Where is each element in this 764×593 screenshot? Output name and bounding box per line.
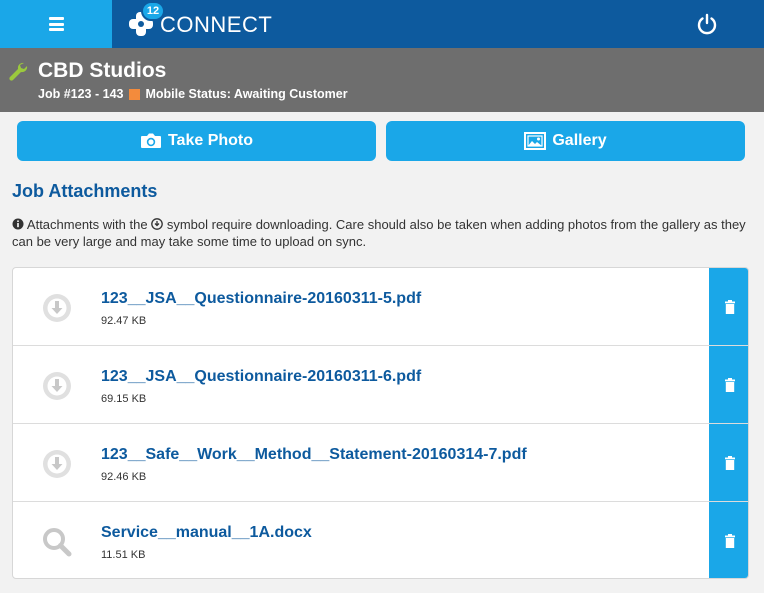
list-item[interactable]: 123__JSA__Questionnaire-20160311-6.pdf 6… [13, 346, 748, 424]
notification-badge[interactable]: 12 [141, 1, 165, 21]
delete-button[interactable] [709, 346, 748, 423]
trash-icon [724, 299, 735, 314]
file-size: 69.15 KB [101, 393, 147, 405]
gallery-label: Gallery [552, 132, 607, 149]
job-header: CBD Studios Job #123 - 143 Mobile Status… [0, 48, 764, 112]
download-icon[interactable] [41, 370, 73, 402]
status-indicator [129, 88, 141, 100]
attachment-list: 123__JSA__Questionnaire-20160311-5.pdf 9… [12, 267, 749, 579]
gallery-icon [524, 132, 547, 150]
job-info: Job #123 - 143 Mobile Status: Awaiting C… [38, 87, 348, 101]
camera-icon [140, 133, 161, 148]
top-bar: CONNECT 12 [0, 0, 764, 48]
file-size: 92.46 KB [101, 471, 147, 483]
list-item[interactable]: Service__manual__1A.docx 11.51 KB [13, 502, 748, 578]
gallery-button[interactable]: Gallery [386, 121, 745, 161]
delete-button[interactable] [709, 424, 748, 501]
download-icon[interactable] [41, 448, 73, 480]
hamburger-icon [48, 17, 64, 31]
trash-icon [724, 455, 735, 470]
attachments-title: Job Attachments [12, 181, 158, 201]
mobile-status: Mobile Status: Awaiting Customer [145, 87, 348, 101]
company-name: CBD Studios [38, 59, 167, 82]
file-link[interactable]: Service__manual__1A.docx [101, 524, 312, 542]
file-link[interactable]: 123__JSA__Questionnaire-20160311-5.pdf [101, 290, 421, 308]
power-button[interactable] [693, 10, 721, 38]
take-photo-button[interactable]: Take Photo [17, 121, 376, 161]
file-size: 92.47 KB [101, 315, 147, 327]
file-link[interactable]: 123__JSA__Questionnaire-20160311-6.pdf [101, 368, 421, 386]
file-size: 11.51 KB [101, 549, 146, 561]
delete-button[interactable] [709, 502, 748, 578]
file-link[interactable]: 123__Safe__Work__Method__Statement-20160… [101, 446, 527, 464]
info-text-before: Attachments with the [26, 217, 148, 232]
download-icon [151, 218, 164, 230]
list-item[interactable]: 123__Safe__Work__Method__Statement-20160… [13, 424, 748, 502]
trash-icon [724, 377, 735, 392]
power-icon [697, 13, 717, 35]
info-icon [12, 218, 24, 230]
attachments-info: Attachments with the symbol require down… [12, 216, 752, 250]
download-icon[interactable] [41, 292, 73, 324]
delete-button[interactable] [709, 268, 748, 345]
take-photo-label: Take Photo [167, 132, 254, 149]
list-item[interactable]: 123__JSA__Questionnaire-20160311-5.pdf 9… [13, 268, 748, 346]
wrench-icon [9, 62, 28, 81]
search-icon[interactable] [41, 526, 73, 558]
trash-icon [724, 534, 735, 548]
job-number: Job #123 - 143 [38, 87, 124, 101]
app-name: CONNECT [160, 12, 273, 37]
menu-button[interactable] [0, 0, 112, 48]
